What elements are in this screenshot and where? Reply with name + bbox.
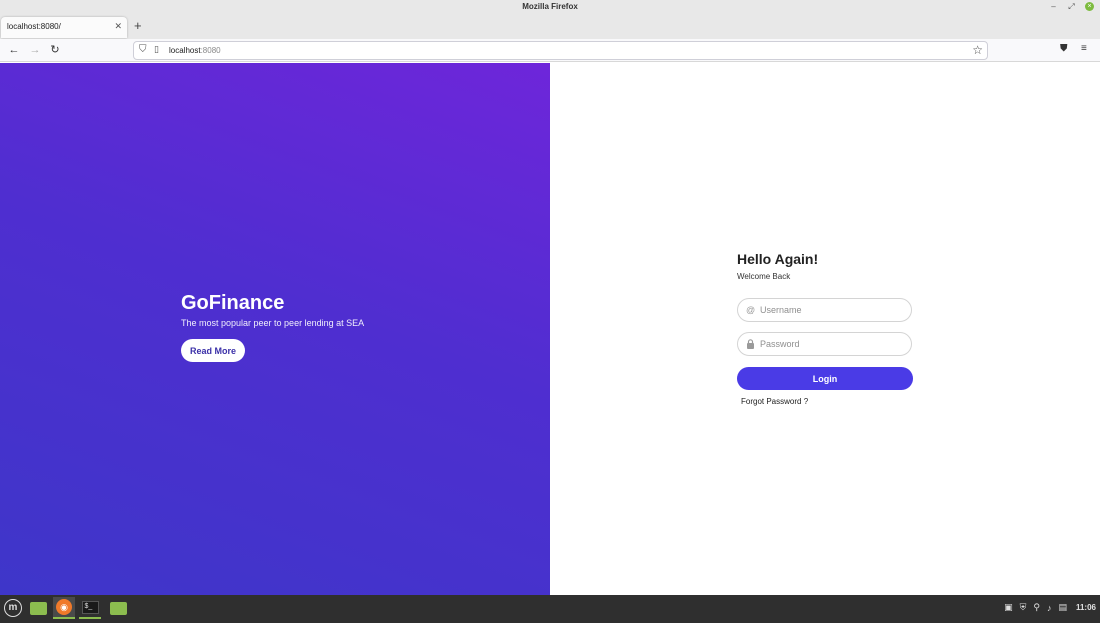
welcome-text: Welcome Back (737, 272, 791, 281)
forward-arrow-icon[interactable]: → (28, 43, 42, 57)
close-window-icon[interactable]: × (1085, 2, 1094, 11)
files-icon (29, 601, 47, 615)
url-host: localhost (169, 46, 201, 55)
window-titlebar: Mozilla Firefox – ⤢ × (0, 0, 1100, 15)
volume-icon[interactable]: ♪ (1047, 603, 1052, 613)
url-port: :8080 (200, 46, 221, 55)
navigation-bar: ← → ↻ ⛉ ▯ localhost:8080 ☆ ⛊ ≡ (0, 39, 1100, 62)
hero-panel: GoFinance The most popular peer to peer … (0, 63, 550, 595)
forgot-password-link[interactable]: Forgot Password ? (741, 397, 808, 406)
minimize-icon[interactable]: – (1049, 2, 1058, 11)
close-tab-icon[interactable]: ✕ (114, 21, 122, 32)
url-bar[interactable]: ⛉ ▯ localhost:8080 ☆ (133, 41, 988, 60)
url-text[interactable]: localhost:8080 (169, 46, 221, 55)
login-button[interactable]: Login (737, 367, 913, 390)
battery-icon[interactable]: ▤ (1058, 602, 1067, 613)
greeting-heading: Hello Again! (737, 251, 819, 267)
at-sign-icon: @ (746, 305, 756, 315)
menu-hamburger-icon[interactable]: ≡ (1081, 43, 1087, 54)
start-menu-button[interactable]: m (2, 597, 24, 619)
login-panel: Hello Again! Welcome Back @ Login Forgot… (550, 63, 1100, 595)
bookmark-star-icon[interactable]: ☆ (972, 43, 983, 57)
pocket-icon[interactable]: ⛊ (1060, 43, 1068, 54)
new-tab-icon[interactable]: + (134, 18, 142, 33)
lock-icon (746, 339, 755, 351)
tab-localhost[interactable]: localhost:8080/ ✕ (1, 17, 127, 38)
firefox-icon: ◉ (56, 599, 72, 615)
menu-icon: m (4, 599, 22, 617)
taskbar: m ◉ $_ ▣ ⛨ ⚲ ♪ ▤ 11:06 (0, 595, 1100, 623)
taskbar-terminal-button[interactable]: $_ (79, 597, 101, 619)
files-icon (109, 601, 127, 615)
password-field[interactable] (737, 332, 912, 356)
brand-title: GoFinance (181, 292, 285, 314)
tab-title: localhost:8080/ (7, 22, 61, 31)
keyboard-icon[interactable]: ▣ (1004, 602, 1013, 613)
username-input[interactable] (760, 302, 905, 318)
clock[interactable]: 11:06 (1076, 603, 1096, 612)
read-more-button[interactable]: Read More (181, 339, 245, 362)
system-tray: ▣ ⛨ ⚲ ♪ ▤ 11:06 (1004, 602, 1096, 613)
maximize-icon[interactable]: ⤢ (1067, 2, 1076, 11)
taskbar-firefox-button[interactable]: ◉ (53, 597, 75, 619)
tab-strip: localhost:8080/ ✕ + (0, 15, 1100, 39)
window-controls: – ⤢ × (1049, 2, 1094, 11)
network-icon[interactable]: ⚲ (1033, 602, 1040, 613)
password-input[interactable] (760, 336, 905, 352)
tracking-shield-icon[interactable]: ⛉ (139, 44, 147, 55)
username-field[interactable]: @ (737, 298, 912, 322)
page-icon[interactable]: ▯ (154, 44, 159, 55)
shield-icon[interactable]: ⛨ (1020, 602, 1027, 613)
back-arrow-icon[interactable]: ← (7, 43, 21, 57)
window-title: Mozilla Firefox (522, 2, 578, 11)
brand-tagline: The most popular peer to peer lending at… (181, 318, 365, 328)
terminal-icon: $_ (81, 600, 99, 614)
taskbar-files-button[interactable] (27, 597, 49, 619)
reload-icon[interactable]: ↻ (48, 43, 62, 57)
taskbar-folder-button[interactable] (107, 597, 129, 619)
